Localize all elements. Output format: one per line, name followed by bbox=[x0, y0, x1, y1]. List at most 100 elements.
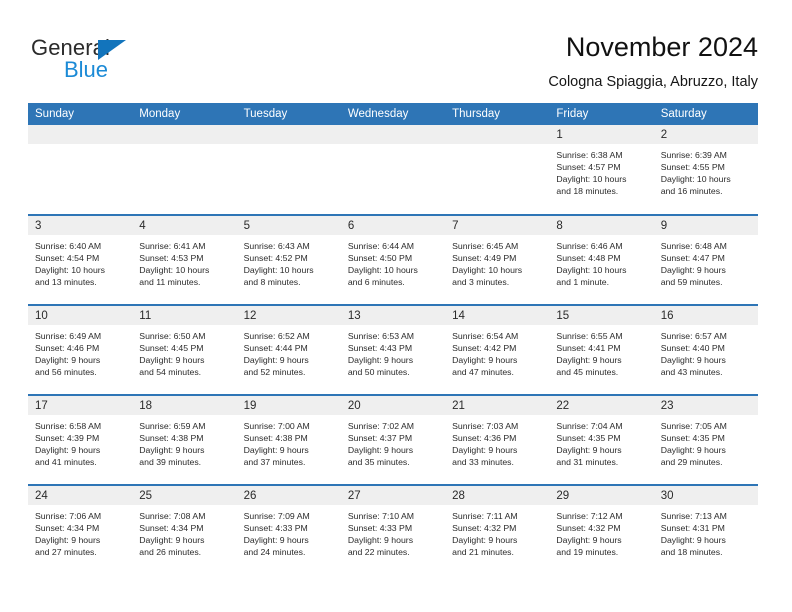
day-details: Sunrise: 6:50 AM Sunset: 4:45 PM Daylight:… bbox=[132, 325, 236, 378]
day-number bbox=[445, 125, 550, 144]
calendar-day-cell[interactable]: 15 Sunrise: 6:55 AM Sunset: 4:41 PM Dayligh… bbox=[549, 304, 654, 395]
day-number: 1 bbox=[549, 125, 654, 144]
day-detail-line: Sunrise: 6:46 AM bbox=[556, 241, 623, 251]
day-details: Sunrise: 7:11 AM Sunset: 4:32 PM Daylight:… bbox=[445, 505, 549, 558]
calendar-day-cell[interactable]: 25 Sunrise: 7:08 AM Sunset: 4:34 PM Dayligh… bbox=[132, 484, 237, 575]
day-detail-line: Daylight: 10 hours bbox=[243, 265, 314, 276]
calendar-day-cell-empty bbox=[132, 125, 237, 215]
calendar-day-cell[interactable]: 23 Sunrise: 7:05 AM Sunset: 4:35 PM Dayligh… bbox=[653, 394, 758, 485]
calendar-day-cell[interactable]: 13 Sunrise: 6:53 AM Sunset: 4:43 PM Dayligh… bbox=[340, 304, 446, 395]
generalblue-logo[interactable]: General Blue bbox=[31, 36, 151, 84]
calendar-day-cell[interactable]: 11 Sunrise: 6:50 AM Sunset: 4:45 PM Dayligh… bbox=[132, 304, 237, 395]
calendar-day-cell[interactable]: 2 Sunrise: 6:39 AM Sunset: 4:55 PM Daylight… bbox=[653, 125, 758, 215]
day-detail-line: Sunset: 4:52 PM bbox=[243, 253, 308, 264]
day-detail-line: Sunset: 4:46 PM bbox=[35, 343, 100, 354]
day-detail-line: Sunset: 4:41 PM bbox=[556, 343, 621, 354]
day-details: Sunrise: 6:38 AM Sunset: 4:57 PM Daylight:… bbox=[549, 144, 653, 197]
day-detail-line: Sunset: 4:34 PM bbox=[35, 523, 100, 534]
calendar-week-row: 17 Sunrise: 6:58 AM Sunset: 4:39 PM Dayligh… bbox=[28, 394, 758, 485]
calendar-day-cell[interactable]: 4 Sunrise: 6:41 AM Sunset: 4:53 PM Daylight… bbox=[132, 214, 237, 305]
day-detail-line: and 59 minutes. bbox=[660, 277, 723, 288]
calendar-day-cell[interactable]: 26 Sunrise: 7:09 AM Sunset: 4:33 PM Dayligh… bbox=[236, 484, 341, 575]
day-detail-line: Sunrise: 6:58 AM bbox=[35, 421, 102, 431]
calendar-day-cell[interactable]: 1 Sunrise: 6:38 AM Sunset: 4:57 PM Daylight… bbox=[549, 125, 654, 215]
day-detail-line: Daylight: 9 hours bbox=[660, 355, 726, 366]
day-number: 25 bbox=[132, 486, 237, 505]
calendar-day-cell[interactable]: 3 Sunrise: 6:40 AM Sunset: 4:54 PM Daylight… bbox=[28, 214, 133, 305]
calendar-day-cell[interactable]: 6 Sunrise: 6:44 AM Sunset: 4:50 PM Daylight… bbox=[340, 214, 446, 305]
day-number: 20 bbox=[340, 396, 446, 415]
calendar-day-cell[interactable]: 29 Sunrise: 7:12 AM Sunset: 4:32 PM Dayligh… bbox=[549, 484, 654, 575]
day-detail-line: and 21 minutes. bbox=[452, 547, 514, 558]
calendar-day-cell[interactable]: 9 Sunrise: 6:48 AM Sunset: 4:47 PM Daylight… bbox=[653, 214, 758, 305]
day-number: 22 bbox=[549, 396, 654, 415]
calendar-day-cell[interactable]: 7 Sunrise: 6:45 AM Sunset: 4:49 PM Daylight… bbox=[445, 214, 550, 305]
calendar-week-row: 3 Sunrise: 6:40 AM Sunset: 4:54 PM Daylight… bbox=[28, 214, 758, 305]
day-detail-line: Sunrise: 6:59 AM bbox=[139, 421, 206, 431]
calendar-day-cell[interactable]: 24 Sunrise: 7:06 AM Sunset: 4:34 PM Dayligh… bbox=[28, 484, 133, 575]
day-number: 16 bbox=[653, 306, 758, 325]
day-detail-line: and 29 minutes. bbox=[660, 457, 723, 468]
day-detail-line: Sunrise: 6:53 AM bbox=[347, 331, 415, 341]
day-detail-line: and 37 minutes. bbox=[243, 457, 306, 468]
day-number: 26 bbox=[236, 486, 341, 505]
calendar-day-cell[interactable]: 12 Sunrise: 6:52 AM Sunset: 4:44 PM Dayligh… bbox=[236, 304, 341, 395]
day-detail-line: Daylight: 9 hours bbox=[347, 535, 414, 546]
calendar-day-cell[interactable]: 30 Sunrise: 7:13 AM Sunset: 4:31 PM Dayligh… bbox=[653, 484, 758, 575]
day-details: Sunrise: 6:53 AM Sunset: 4:43 PM Daylight:… bbox=[341, 325, 445, 378]
day-detail-line: Sunset: 4:49 PM bbox=[452, 253, 517, 264]
day-number: 21 bbox=[445, 396, 550, 415]
day-details: Sunrise: 6:55 AM Sunset: 4:41 PM Daylight:… bbox=[549, 325, 653, 378]
day-detail-line: Sunrise: 7:12 AM bbox=[556, 511, 623, 521]
day-detail-line: Sunrise: 7:13 AM bbox=[660, 511, 727, 521]
day-detail-line: Sunset: 4:32 PM bbox=[452, 523, 517, 534]
calendar-day-cell[interactable]: 14 Sunrise: 6:54 AM Sunset: 4:42 PM Dayligh… bbox=[445, 304, 550, 395]
calendar-day-cell[interactable]: 10 Sunrise: 6:49 AM Sunset: 4:46 PM Dayligh… bbox=[28, 304, 133, 395]
calendar-day-cell[interactable]: 18 Sunrise: 6:59 AM Sunset: 4:38 PM Dayligh… bbox=[132, 394, 237, 485]
calendar-day-cell[interactable]: 5 Sunrise: 6:43 AM Sunset: 4:52 PM Daylight… bbox=[236, 214, 341, 305]
calendar-day-cell[interactable]: 28 Sunrise: 7:11 AM Sunset: 4:32 PM Dayligh… bbox=[445, 484, 550, 575]
day-details bbox=[132, 144, 236, 149]
day-detail-line: and 31 minutes. bbox=[556, 457, 619, 468]
day-detail-line: Sunrise: 6:55 AM bbox=[556, 331, 623, 341]
day-detail-line: Sunrise: 7:08 AM bbox=[139, 511, 206, 521]
day-details bbox=[341, 144, 445, 149]
calendar-day-cell[interactable]: 8 Sunrise: 6:46 AM Sunset: 4:48 PM Daylight… bbox=[549, 214, 654, 305]
calendar-day-cell[interactable]: 16 Sunrise: 6:57 AM Sunset: 4:40 PM Dayligh… bbox=[653, 304, 758, 395]
calendar-day-cell[interactable]: 21 Sunrise: 7:03 AM Sunset: 4:36 PM Dayligh… bbox=[445, 394, 550, 485]
day-detail-line: Daylight: 9 hours bbox=[139, 355, 205, 366]
day-detail-line: Sunset: 4:38 PM bbox=[243, 433, 308, 444]
day-detail-line: Daylight: 10 hours bbox=[139, 265, 210, 276]
day-detail-line: and 6 minutes. bbox=[347, 277, 405, 288]
day-details: Sunrise: 7:02 AM Sunset: 4:37 PM Daylight:… bbox=[341, 415, 445, 468]
calendar-day-cell[interactable]: 17 Sunrise: 6:58 AM Sunset: 4:39 PM Dayligh… bbox=[28, 394, 133, 485]
day-detail-line: and 47 minutes. bbox=[452, 367, 514, 378]
day-number: 18 bbox=[132, 396, 237, 415]
day-number: 4 bbox=[132, 216, 237, 235]
day-detail-line: Sunset: 4:36 PM bbox=[452, 433, 517, 444]
day-detail-line: Daylight: 9 hours bbox=[556, 535, 622, 546]
day-detail-line: Sunrise: 6:45 AM bbox=[452, 241, 519, 251]
day-number: 8 bbox=[549, 216, 654, 235]
day-detail-line: Sunrise: 6:52 AM bbox=[243, 331, 310, 341]
day-number bbox=[132, 125, 237, 144]
day-detail-line: Sunrise: 6:39 AM bbox=[660, 150, 727, 160]
day-detail-line: Daylight: 9 hours bbox=[347, 355, 414, 366]
day-detail-line: and 18 minutes. bbox=[660, 547, 723, 558]
day-details: Sunrise: 7:13 AM Sunset: 4:31 PM Daylight:… bbox=[654, 505, 758, 558]
calendar-day-cell-empty bbox=[340, 125, 446, 215]
day-detail-line: and 19 minutes. bbox=[556, 547, 619, 558]
day-number: 7 bbox=[445, 216, 550, 235]
day-detail-line: and 18 minutes. bbox=[556, 186, 619, 197]
day-number: 30 bbox=[653, 486, 758, 505]
calendar-day-cell[interactable]: 22 Sunrise: 7:04 AM Sunset: 4:35 PM Dayligh… bbox=[549, 394, 654, 485]
day-detail-line: and 16 minutes. bbox=[660, 186, 723, 197]
calendar-day-cell[interactable]: 19 Sunrise: 7:00 AM Sunset: 4:38 PM Dayligh… bbox=[236, 394, 341, 485]
calendar-day-cell[interactable]: 27 Sunrise: 7:10 AM Sunset: 4:33 PM Dayligh… bbox=[340, 484, 446, 575]
calendar-week-row: 24 Sunrise: 7:06 AM Sunset: 4:34 PM Dayligh… bbox=[28, 484, 758, 575]
day-detail-line: and 50 minutes. bbox=[347, 367, 410, 378]
day-detail-line: Daylight: 9 hours bbox=[243, 445, 309, 456]
day-detail-line: and 24 minutes. bbox=[243, 547, 306, 558]
calendar-day-cell[interactable]: 20 Sunrise: 7:02 AM Sunset: 4:37 PM Dayligh… bbox=[340, 394, 446, 485]
day-detail-line: Sunrise: 6:57 AM bbox=[660, 331, 727, 341]
